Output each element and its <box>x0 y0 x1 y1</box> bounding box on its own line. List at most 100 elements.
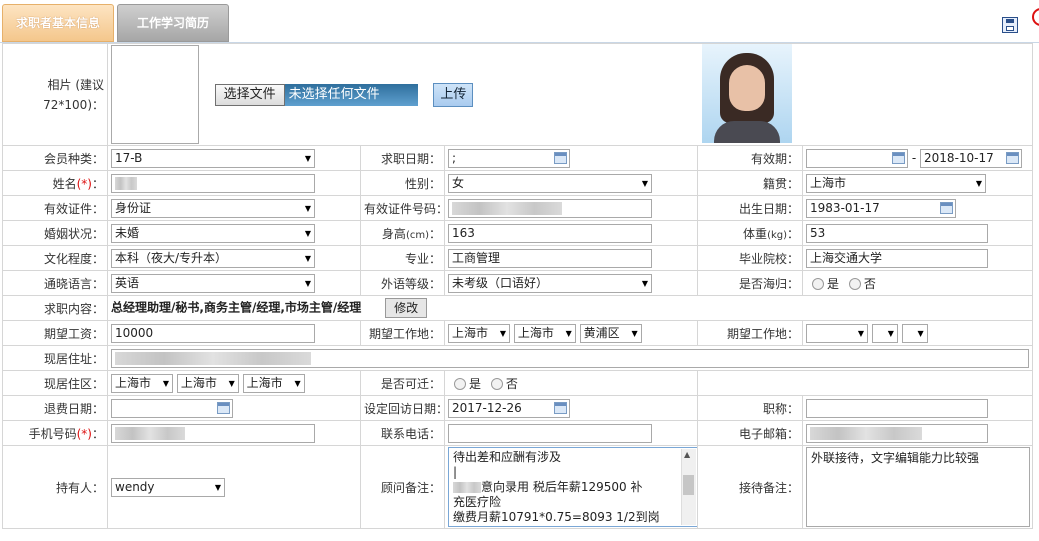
job-title-input[interactable] <box>806 398 989 418</box>
phone-input[interactable] <box>448 423 652 443</box>
tab-bar: 求职者基本信息 工作学习简历 <box>0 0 1039 43</box>
mobile-input[interactable] <box>111 423 315 443</box>
modify-button[interactable]: 修改 <box>385 298 428 318</box>
relocate-no-label: 否 <box>505 376 518 391</box>
reception-note-label: 接待备注： <box>697 445 804 529</box>
gender-label: 性别： <box>360 170 445 196</box>
save-icon[interactable] <box>1002 17 1018 33</box>
email-label: 电子邮箱： <box>697 420 804 446</box>
weight-label: 体重(kg)： <box>697 220 804 246</box>
advisor-note-label: 顾问备注： <box>360 445 445 529</box>
native-place-select[interactable]: 上海市 <box>806 173 987 193</box>
major-input[interactable]: 工商管理 <box>448 248 652 268</box>
job-title-label: 职称： <box>697 395 804 421</box>
id-number-label: 有效证件号码： <box>360 195 445 221</box>
school-label: 毕业院校： <box>697 245 804 271</box>
salary-input[interactable]: 10000 <box>111 323 315 343</box>
birth-date-input[interactable]: 1983-01-17 <box>806 198 957 218</box>
name-input[interactable] <box>111 173 315 193</box>
holder-label: 持有人： <box>2 445 108 529</box>
reception-note-textarea[interactable]: 外联接待，文字编辑能力比较强 <box>806 447 1031 527</box>
no-file-label: 未选择任何文件 <box>284 83 418 106</box>
photo-label: 相片 (建议 72*100)： <box>2 43 108 146</box>
address-input[interactable] <box>111 348 1029 368</box>
tab-work-study-resume[interactable]: 工作学习简历 <box>117 4 229 42</box>
id-number-input[interactable] <box>448 198 652 218</box>
calendar-icon <box>1006 151 1020 164</box>
weight-input[interactable]: 53 <box>806 223 989 243</box>
height-label: 身高(cm)： <box>360 220 445 246</box>
height-input[interactable]: 163 <box>448 223 652 243</box>
work-place-2-label: 期望工作地： <box>697 320 804 346</box>
job-content-label: 求职内容： <box>2 295 108 321</box>
close-icon[interactable] <box>1032 8 1039 26</box>
residence-area-label: 现居住区： <box>2 370 108 396</box>
area-city-select[interactable]: 上海市 <box>176 373 239 393</box>
major-label: 专业： <box>360 245 445 271</box>
returnee-no-label: 否 <box>863 276 876 291</box>
calendar-icon <box>217 401 230 414</box>
refund-date-input[interactable] <box>111 398 233 418</box>
relocate-yes-radio[interactable] <box>454 378 466 390</box>
refund-date-label: 退费日期： <box>2 395 108 421</box>
calendar-icon <box>554 151 567 164</box>
phone-label: 联系电话： <box>360 420 445 446</box>
school-input[interactable]: 上海交通大学 <box>806 248 989 268</box>
marital-status-label: 婚姻状况： <box>2 220 108 246</box>
work-city-select[interactable]: 上海市 <box>513 323 576 343</box>
education-select[interactable]: 本科（夜大/专升本） <box>111 248 315 268</box>
area-district-select[interactable]: 上海市 <box>242 373 305 393</box>
member-type-label: 会员种类： <box>2 145 108 171</box>
relocate-label: 是否可迁： <box>360 370 445 396</box>
valid-period-label: 有效期： <box>697 145 804 171</box>
foreign-level-select[interactable]: 未考级（口语好） <box>448 273 652 293</box>
foreign-level-label: 外语等级： <box>360 270 445 296</box>
visit-date-label: 设定回访日期： <box>360 395 445 421</box>
work-district-select[interactable]: 黄浦区 <box>579 323 642 343</box>
birth-date-label: 出生日期： <box>697 195 804 221</box>
name-label: 姓名(*)： <box>2 170 108 196</box>
id-type-label: 有效证件： <box>2 195 108 221</box>
calendar-icon <box>940 201 954 214</box>
language-label: 通晓语言： <box>2 270 108 296</box>
choose-file-button[interactable]: 选择文件 <box>214 83 285 106</box>
relocate-yes-label: 是 <box>469 376 482 391</box>
calendar-icon <box>892 151 906 164</box>
work-place-label: 期望工作地： <box>360 320 445 346</box>
returnee-no-radio[interactable] <box>848 278 861 290</box>
language-select[interactable]: 英语 <box>111 273 315 293</box>
work2-city-select[interactable] <box>871 323 898 343</box>
tab-basic-info[interactable]: 求职者基本信息 <box>2 4 114 42</box>
advisor-note-scrollbar[interactable] <box>681 449 696 525</box>
holder-select[interactable]: wendy <box>111 477 225 497</box>
mobile-label: 手机号码(*)： <box>2 420 108 446</box>
education-label: 文化程度： <box>2 245 108 271</box>
valid-period-separator: - <box>911 150 917 165</box>
member-type-select[interactable]: 17-B <box>111 148 315 168</box>
job-date-input[interactable]: ; <box>448 148 570 168</box>
valid-period-end-input[interactable]: 2018-10-17 <box>920 148 1023 168</box>
job-date-label: 求职日期： <box>360 145 445 171</box>
returnee-label: 是否海归： <box>697 270 804 296</box>
relocate-no-radio[interactable] <box>490 378 503 390</box>
returnee-yes-label: 是 <box>827 276 840 291</box>
gender-select[interactable]: 女 <box>448 173 652 193</box>
work-province-select[interactable]: 上海市 <box>448 323 510 343</box>
returnee-yes-radio[interactable] <box>812 278 825 290</box>
upload-button[interactable]: 上传 <box>433 82 474 107</box>
address-label: 现居住址： <box>2 345 108 371</box>
email-input[interactable] <box>806 423 989 443</box>
calendar-icon <box>554 401 567 414</box>
work2-district-select[interactable] <box>901 323 928 343</box>
salary-label: 期望工资： <box>2 320 108 346</box>
visit-date-input[interactable]: 2017-12-26 <box>448 398 570 418</box>
marital-status-select[interactable]: 未婚 <box>111 223 315 243</box>
area-province-select[interactable]: 上海市 <box>111 373 173 393</box>
native-place-label: 籍贯： <box>697 170 804 196</box>
work2-province-select[interactable] <box>806 323 869 343</box>
photo-preview-box <box>111 45 199 144</box>
valid-period-start-input[interactable] <box>806 148 909 168</box>
job-content-text: 总经理助理/秘书,商务主管/经理,市场主管/经理 <box>111 300 362 315</box>
advisor-note-textarea[interactable]: 待出差和应酬有涉及 | 意向录用 税后年薪129500 补 充医疗险 缴费月薪1… <box>448 447 697 527</box>
id-type-select[interactable]: 身份证 <box>111 198 315 218</box>
